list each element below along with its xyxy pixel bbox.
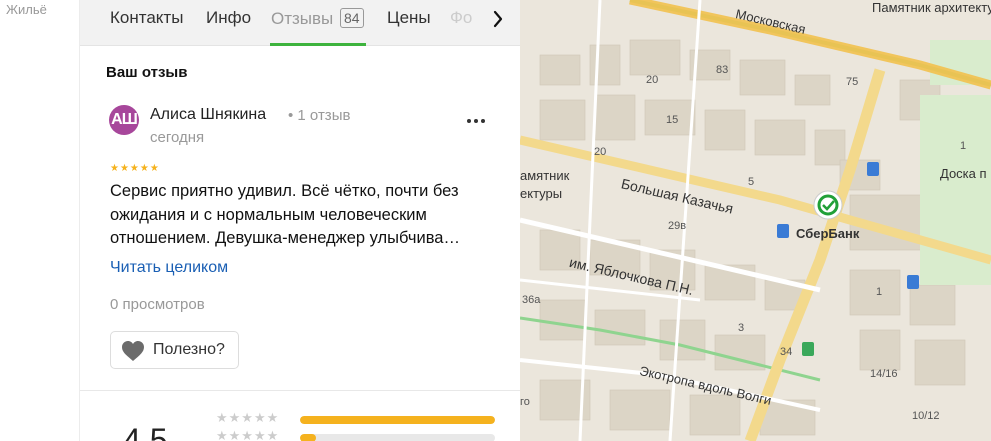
- map-house-number: 3: [738, 322, 745, 334]
- map-poi-sberbank[interactable]: СберБанк: [796, 226, 859, 241]
- review-text-line: отношением. Девушка-менеджер улыбчива…: [110, 229, 460, 247]
- review-author-name[interactable]: Алиса Шнякина: [150, 106, 266, 124]
- distribution-bar-fill: [300, 434, 316, 441]
- review-more-button[interactable]: [464, 110, 488, 130]
- useful-button-label: Полезно?: [153, 341, 225, 358]
- distribution-bar: [300, 434, 495, 441]
- tab-prices[interactable]: Цены: [387, 8, 431, 28]
- left-sidebar: Жильё: [0, 0, 80, 441]
- tab-photos[interactable]: Фо: [450, 8, 472, 28]
- my-review-title: Ваш отзыв: [106, 64, 188, 81]
- tab-contacts[interactable]: Контакты: [110, 8, 183, 28]
- map-view[interactable]: Памятник архитектуры Московская амятник …: [520, 0, 991, 441]
- distribution-bar-fill: [300, 416, 495, 424]
- useful-button[interactable]: Полезно?: [110, 331, 239, 369]
- review-views: 0 просмотров: [110, 296, 205, 313]
- tab-reviews-label: Отзывы: [271, 9, 334, 28]
- tab-bar: Контакты Инфо Отзывы 84 Цены Фо: [80, 0, 520, 46]
- review-rating-stars: ★★★★★: [110, 163, 160, 174]
- reviews-count-badge: 84: [340, 8, 364, 28]
- map-house-number: 20: [594, 146, 607, 158]
- review-date: сегодня: [150, 129, 205, 146]
- map-house-number: 15: [666, 114, 679, 126]
- map-house-number: 36а: [522, 294, 541, 306]
- map-label-doska[interactable]: Доска п: [940, 166, 987, 181]
- overall-rating: 4.5: [123, 422, 168, 441]
- map-house-number: 1: [960, 140, 967, 152]
- map-canvas: [520, 0, 991, 441]
- app-root: Жильё Контакты Инфо Отзывы 84 Цены Фо Ва…: [0, 0, 991, 441]
- map-label-monument-2b: ектуры: [520, 186, 563, 201]
- active-tab-indicator: [270, 43, 366, 46]
- map-label-monument[interactable]: Памятник архитектуры: [872, 0, 991, 15]
- tab-reviews[interactable]: Отзывы 84: [271, 8, 364, 29]
- review-text: Сервис приятно удивил. Всё чётко, почти …: [110, 180, 490, 251]
- map-house-number: 75: [846, 76, 859, 88]
- map-label-monument-2a[interactable]: амятник: [520, 168, 569, 183]
- review-author-meta: • 1 отзыв: [288, 107, 351, 124]
- map-house-number: 29в: [668, 220, 687, 232]
- distribution-bar: [300, 416, 495, 424]
- section-divider: [80, 390, 520, 391]
- tabs-scroll-right-button[interactable]: [486, 8, 510, 30]
- read-more-link[interactable]: Читать целиком: [110, 259, 228, 277]
- map-house-number: 1: [876, 286, 883, 298]
- review-text-line: Сервис приятно удивил. Всё чётко, почти …: [110, 182, 459, 200]
- map-house-number: 10/12: [912, 410, 940, 422]
- map-house-number: 34: [780, 346, 793, 358]
- heart-icon: [122, 341, 144, 361]
- more-dots-icon: [467, 119, 485, 123]
- map-house-number: 20: [646, 74, 659, 86]
- tab-info[interactable]: Инфо: [206, 8, 251, 28]
- distribution-stars: ★★★★★: [216, 410, 280, 425]
- map-house-number: го: [520, 396, 530, 408]
- sidebar-crumb[interactable]: Жильё: [6, 2, 47, 17]
- distribution-stars: ★★★★★: [216, 428, 280, 441]
- avatar[interactable]: АШ: [109, 105, 139, 135]
- organization-panel: Контакты Инфо Отзывы 84 Цены Фо Ваш отзы…: [80, 0, 520, 441]
- map-house-number: 14/16: [870, 368, 898, 380]
- review-text-line: ожидания и с нормальным человеческим: [110, 205, 427, 224]
- chevron-right-icon: [493, 10, 503, 28]
- map-house-number: 83: [716, 64, 729, 76]
- map-house-number: 5: [748, 176, 755, 188]
